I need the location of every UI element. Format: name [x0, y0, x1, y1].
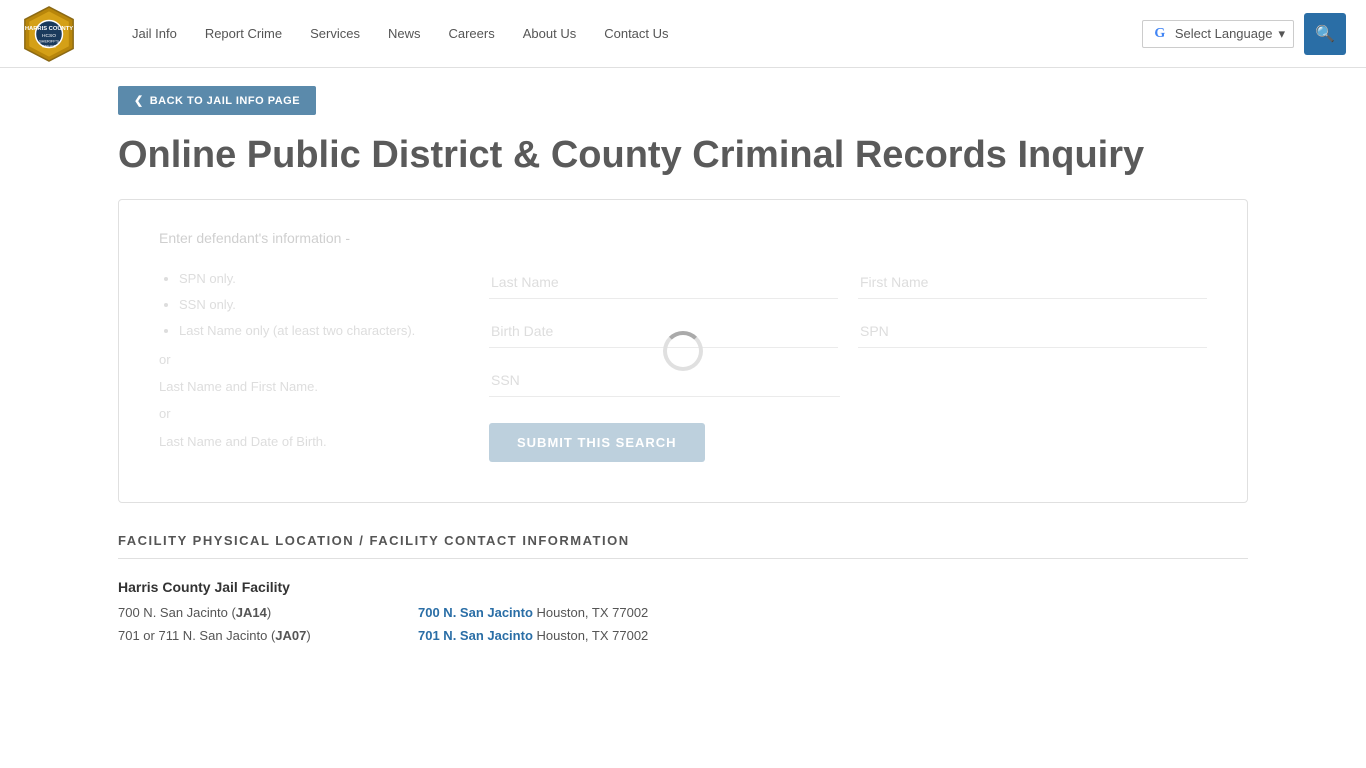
translate-label: Select Language: [1175, 26, 1273, 41]
search-icon: 🔍: [1315, 24, 1335, 44]
facility-address-end-1: ): [267, 605, 271, 620]
translate-dropdown-icon: ▾: [1278, 26, 1285, 42]
chevron-left-icon: ❮: [134, 94, 144, 107]
main-nav: Jail Info Report Crime Services News Car…: [118, 0, 1142, 68]
facility-address-left-2: 701 or 711 N. San Jacinto (JA07): [118, 628, 418, 643]
facility-address-text-1: 700 N. San Jacinto (: [118, 605, 236, 620]
header-right: G Select Language ▾ 🔍: [1142, 13, 1346, 55]
facility-code-2: JA07: [275, 628, 306, 643]
nav-jail-info[interactable]: Jail Info: [118, 0, 191, 68]
facility-section-title: FACILITY PHYSICAL LOCATION / FACILITY CO…: [118, 533, 1248, 559]
facility-city-1: Houston, TX 77002: [533, 605, 648, 620]
back-button-label: BACK TO JAIL INFO PAGE: [150, 95, 300, 107]
facility-address-left-1: 700 N. San Jacinto (JA14): [118, 605, 418, 620]
back-button[interactable]: ❮ BACK TO JAIL INFO PAGE: [118, 86, 316, 115]
facility-city-2: Houston, TX 77002: [533, 628, 648, 643]
nav-services[interactable]: Services: [296, 0, 374, 68]
page-title: Online Public District & County Criminal…: [118, 133, 1366, 179]
facility-name: Harris County Jail Facility: [118, 579, 1248, 595]
facility-address-end-2: ): [306, 628, 310, 643]
facility-address-right-2: 701 N. San Jacinto Houston, TX 77002: [418, 628, 1248, 643]
google-g-icon: G: [1151, 25, 1169, 43]
facility-address-right-1: 700 N. San Jacinto Houston, TX 77002: [418, 605, 1248, 620]
logo-area[interactable]: HARRIS COUNTY HCSO SHERIFF'S OFFICE: [20, 5, 78, 63]
facility-code-1: JA14: [236, 605, 267, 620]
site-header: HARRIS COUNTY HCSO SHERIFF'S OFFICE Jail…: [0, 0, 1366, 68]
nav-report-crime[interactable]: Report Crime: [191, 0, 296, 68]
svg-text:HCSO: HCSO: [42, 32, 56, 38]
nav-news[interactable]: News: [374, 0, 435, 68]
nav-contact-us[interactable]: Contact Us: [590, 0, 682, 68]
translate-widget[interactable]: G Select Language ▾: [1142, 20, 1294, 48]
facility-row-2: 701 or 711 N. San Jacinto (JA07) 701 N. …: [118, 628, 1248, 643]
search-button[interactable]: 🔍: [1304, 13, 1346, 55]
loading-spinner-overlay: [119, 200, 1247, 502]
svg-text:SHERIFF'S: SHERIFF'S: [39, 39, 59, 43]
logo-svg: HARRIS COUNTY HCSO SHERIFF'S OFFICE: [20, 5, 78, 63]
facility-address-text-2: 701 or 711 N. San Jacinto (: [118, 628, 275, 643]
facility-row-1: 700 N. San Jacinto (JA14) 700 N. San Jac…: [118, 605, 1248, 620]
nav-about-us[interactable]: About Us: [509, 0, 590, 68]
nav-careers[interactable]: Careers: [434, 0, 508, 68]
facility-address-link-2[interactable]: 701 N. San Jacinto: [418, 628, 533, 643]
search-form-card: Enter defendant's information - SPN only…: [118, 199, 1248, 503]
facility-section: FACILITY PHYSICAL LOCATION / FACILITY CO…: [118, 533, 1248, 643]
facility-address-link-1[interactable]: 700 N. San Jacinto: [418, 605, 533, 620]
svg-text:OFFICE: OFFICE: [42, 44, 57, 48]
svg-text:HARRIS COUNTY: HARRIS COUNTY: [25, 26, 73, 32]
loading-spinner: [663, 331, 703, 371]
